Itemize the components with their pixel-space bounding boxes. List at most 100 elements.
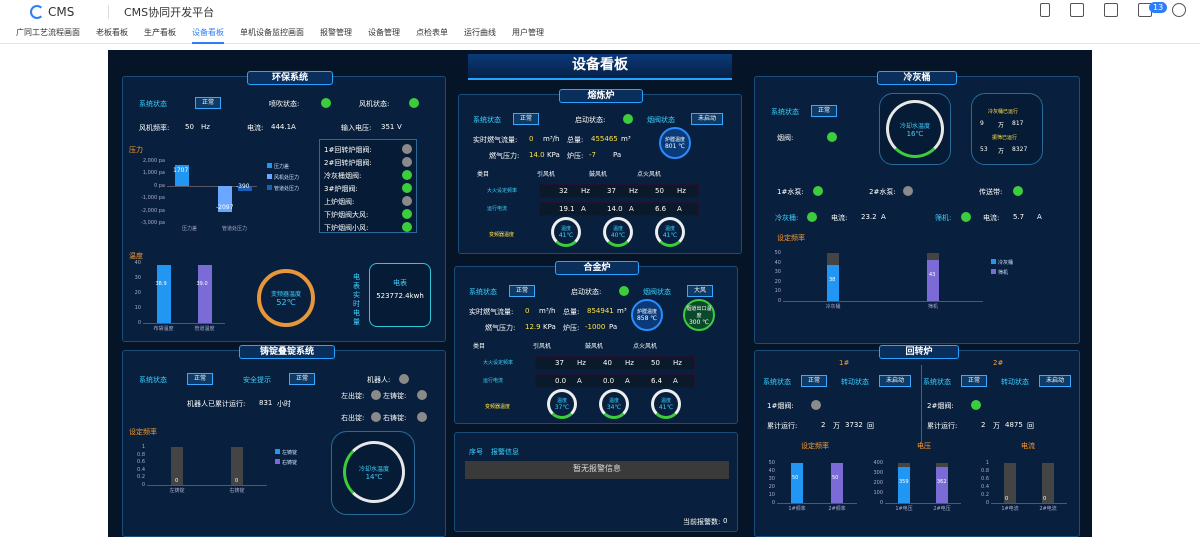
ash-cool-gauge: 冷却水温度 16℃: [886, 100, 944, 158]
rot-value-label: 362: [937, 478, 947, 485]
rot-bar: [936, 466, 948, 503]
y-tick-label: 1: [141, 444, 145, 450]
y-tick-label: 0: [771, 500, 775, 506]
smelt-status-button[interactable]: 正常: [513, 113, 540, 125]
damper2-icon: [971, 400, 981, 410]
nav-item-0[interactable]: 广同工艺流程画面: [16, 24, 80, 44]
y-tick-label: 2,000 pa: [142, 158, 165, 164]
meter-label: 电表: [393, 279, 407, 287]
cool-run-hours: 817: [1012, 120, 1024, 127]
valve-label: 2#回转炉烟阀:: [324, 159, 372, 167]
notification-icon[interactable]: 13: [1138, 2, 1168, 17]
fan-freq-label: 风机频率:: [139, 124, 170, 132]
top-bar: CMS CMS协同开发平台 13: [0, 0, 1200, 24]
screen-icon: [961, 212, 971, 222]
legend-text: 冷灰桶: [998, 260, 1014, 266]
x-axis: [143, 323, 225, 324]
rot-value-label: 0: [1043, 496, 1047, 502]
rot2-status-button[interactable]: 正常: [961, 375, 988, 387]
alloy-row1-label: 大火设定频率: [483, 360, 514, 366]
legend-swatch: [267, 185, 272, 190]
smelt-gas-press-label: 燃气压力:: [489, 152, 520, 160]
smelt-damper-button[interactable]: 未启动: [691, 113, 724, 125]
conveyor-label: 传送带:: [979, 188, 1003, 196]
y-tick-label: 40: [134, 260, 141, 266]
casting-status-button[interactable]: 正常: [187, 373, 214, 385]
run1-a: 2: [821, 421, 826, 429]
env-status-button[interactable]: 正常: [195, 97, 222, 109]
screen-run-unit: 万: [998, 148, 1005, 155]
alloy-inverter-gauge-name: 温度: [556, 398, 567, 404]
monitor-icon[interactable]: [1070, 3, 1084, 17]
alloy-inverter-gauge: 温度 34℃: [599, 389, 629, 419]
ash-bar: [927, 259, 939, 301]
spray-status-icon: [321, 98, 331, 108]
x-tick-label: 2#频率: [828, 506, 846, 512]
rot2-drive-button[interactable]: 未启动: [1039, 375, 1072, 387]
y-tick-label: 50: [768, 460, 775, 466]
robot-runtime: 831: [259, 399, 273, 407]
meter-side-label: 电表实时电量: [353, 273, 360, 326]
alloy-row2-unit: A: [577, 377, 582, 385]
y-tick-label: 0: [777, 298, 781, 304]
env-current-label: 电流:: [247, 124, 264, 132]
conveyor-icon: [1013, 186, 1023, 196]
valve-row: 下炉烟阀小风:: [324, 222, 414, 233]
y-tick-label: 30: [774, 269, 781, 276]
ash-bin-label: 冷灰桶:: [775, 214, 799, 222]
nav-item-3[interactable]: 设备看板: [192, 24, 224, 44]
y-tick-label: 0.6: [137, 459, 145, 466]
board-title: 设备看板: [468, 54, 732, 80]
smelt-row1-value: 37: [607, 187, 616, 195]
y-tick-label: 40: [774, 259, 781, 266]
phone-icon[interactable]: [1040, 3, 1050, 17]
nav-item-5[interactable]: 报警管理: [320, 24, 352, 44]
pressure-value-label: -2097: [216, 203, 234, 211]
divider: [108, 5, 109, 19]
legend-swatch: [275, 459, 280, 464]
casting-cool-box: 冷却水温度 14℃: [331, 431, 415, 515]
nav-item-7[interactable]: 点检表单: [416, 24, 448, 44]
alloy-status-button[interactable]: 正常: [509, 285, 536, 297]
fan-label: 风机状态:: [359, 100, 390, 108]
alloy-inverter-gauge-name: 温度: [608, 398, 619, 404]
nav-item-1[interactable]: 老板看板: [96, 24, 128, 44]
pressure-value-label: -390: [236, 182, 250, 190]
shirt-icon[interactable]: [1104, 3, 1118, 17]
nav-item-8[interactable]: 运行曲线: [464, 24, 496, 44]
damper1-icon: [811, 400, 821, 410]
nav-item-6[interactable]: 设备管理: [368, 24, 400, 44]
left-ingot-label: 左铸锭:: [383, 392, 407, 400]
ash-status-button[interactable]: 正常: [811, 105, 838, 117]
alloy-title: 合金炉: [555, 261, 639, 275]
smelt-col-header: 引风机: [537, 171, 556, 178]
valve-row: 3#炉烟阀:: [324, 183, 414, 194]
smelt-row2-unit: A: [629, 205, 634, 213]
nav-item-9[interactable]: 用户管理: [512, 24, 544, 44]
pump1-label: 1#水泵:: [777, 188, 804, 196]
safety-button[interactable]: 正常: [289, 373, 316, 385]
valve-status-icon: [402, 222, 412, 232]
pump2-icon: [903, 186, 913, 196]
valve-label: 冷灰桶烟阀:: [324, 172, 362, 180]
cms-logo[interactable]: CMS: [30, 5, 74, 19]
alloy-row2-label: 运行电流: [483, 378, 504, 384]
alloy-row1-unit: Hz: [577, 359, 586, 367]
ash-freq-title: 设定频率: [777, 234, 805, 242]
y-tick-label: 100: [873, 490, 883, 496]
user-icon[interactable]: [1172, 3, 1186, 17]
robot-runtime-label: 机器人已累计运行:: [187, 400, 246, 408]
nav-item-4[interactable]: 单机设备监控画面: [240, 24, 304, 44]
y-tick-label: -3,000 pa: [141, 220, 165, 226]
alloy-gas-press-label: 燃气压力:: [485, 324, 516, 332]
ash-bin-icon: [807, 212, 817, 222]
alloy-inverter-gauge-box: 温度 37℃: [555, 397, 569, 411]
nav-item-2[interactable]: 生产看板: [144, 24, 176, 44]
smelt-furnace-temp: 801 ℃: [664, 143, 686, 150]
alloy-damper-button[interactable]: 大风: [687, 285, 714, 297]
rot1-drive-button[interactable]: 未启动: [879, 375, 912, 387]
run2-label: 累计运行:: [927, 422, 958, 430]
cast-value-label: 0: [175, 478, 179, 484]
alloy-col-header: 引风机: [533, 343, 552, 350]
rot1-status-button[interactable]: 正常: [801, 375, 828, 387]
